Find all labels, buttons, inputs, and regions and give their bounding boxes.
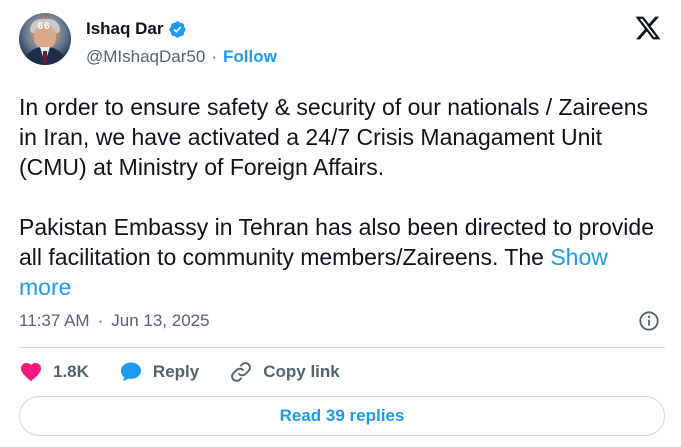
author-name-row: Ishaq Dar <box>86 18 187 40</box>
x-logo-icon[interactable] <box>633 14 663 42</box>
divider <box>19 347 665 348</box>
like-button[interactable]: 1.8K <box>19 360 89 384</box>
link-icon <box>229 360 253 384</box>
tweet-date: Jun 13, 2025 <box>111 311 210 330</box>
tweet-time: 11:37 AM <box>19 311 90 330</box>
heart-icon <box>19 360 43 384</box>
reply-label: Reply <box>152 362 200 381</box>
tweet-actions: 1.8K Reply Copy link <box>19 358 370 386</box>
reply-button[interactable]: Reply <box>119 360 199 384</box>
handle-separator: · <box>211 47 217 66</box>
tweet-timestamp[interactable]: 11:37 AM · Jun 13, 2025 <box>19 309 210 333</box>
copy-link-label: Copy link <box>263 362 340 381</box>
follow-button[interactable]: Follow <box>223 46 277 68</box>
timestamp-separator: · <box>97 311 104 330</box>
avatar-tie <box>43 51 47 63</box>
author-handle[interactable]: @MIshaqDar50 <box>86 46 205 68</box>
read-replies-button[interactable]: Read 39 replies <box>19 396 665 436</box>
author-handle-row: @MIshaqDar50 · Follow <box>86 46 277 68</box>
avatar[interactable]: 66 <box>19 13 71 65</box>
avatar-logo: 66 <box>37 21 51 32</box>
tweet-embed-card: 66 Ishaq Dar @MIshaqDar50 · Follow In or… <box>0 0 681 447</box>
verified-badge-icon <box>168 20 187 39</box>
speech-bubble-icon <box>119 360 143 384</box>
copy-link-button[interactable]: Copy link <box>229 360 340 384</box>
like-count: 1.8K <box>53 362 89 381</box>
tweet-text: In order to ensure safety & security of … <box>19 92 659 302</box>
info-icon[interactable] <box>638 310 660 332</box>
author-display-name[interactable]: Ishaq Dar <box>86 18 163 40</box>
